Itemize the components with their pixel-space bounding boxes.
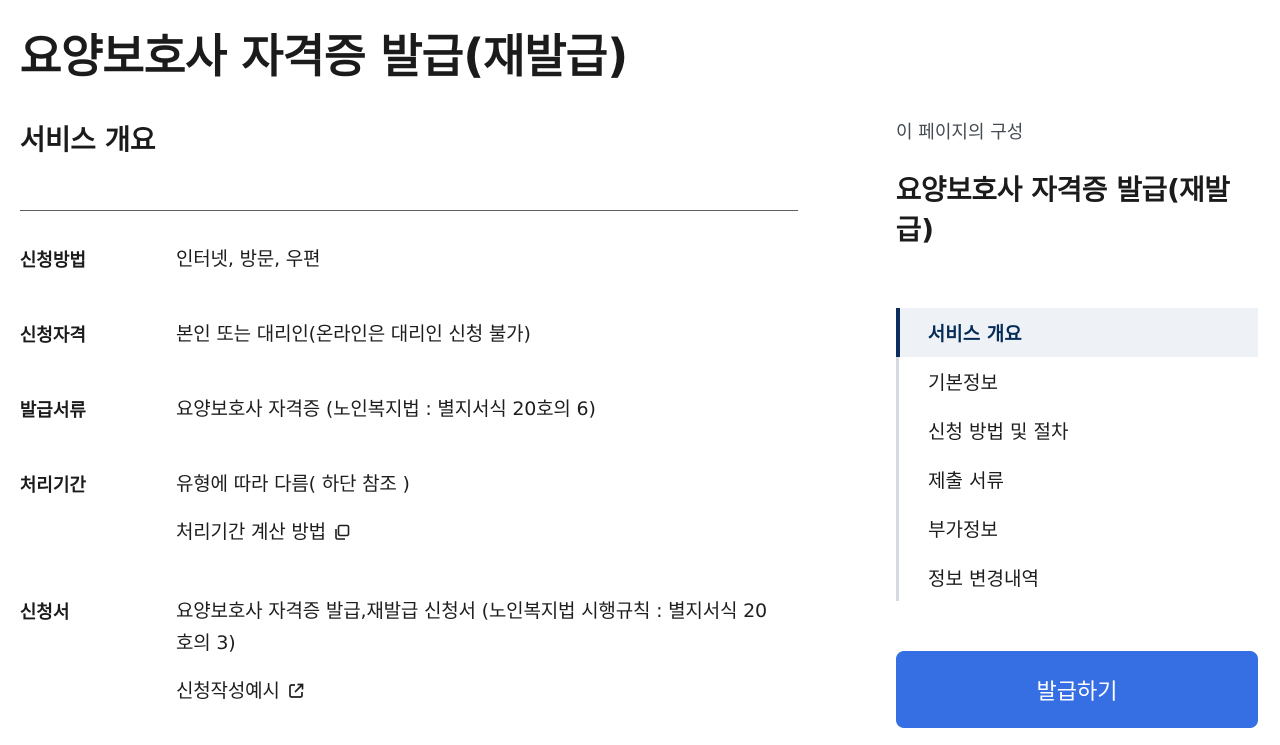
link-label: 처리기간 계산 방법 <box>176 521 326 543</box>
info-value: 본인 또는 대리인(온라인은 대리인 신청 불가) <box>176 323 531 345</box>
info-label: 신청방법 <box>20 250 87 271</box>
link-label: 신청작성예시 <box>176 680 280 702</box>
toc-item-service-overview[interactable]: 서비스 개요 <box>896 308 1258 357</box>
toc-nav: 서비스 개요 기본정보 신청 방법 및 절차 제출 서류 부가정보 정보 변경내… <box>896 308 1258 602</box>
info-value-text: 호의 3) <box>176 632 236 654</box>
info-value-text: 유형에 따라 다름( 하단 참조 ) <box>176 473 410 495</box>
toc-title: 요양보호사 자격증 발급(재발급) <box>896 173 1230 246</box>
toc-caption: 이 페이지의 구성 <box>896 122 1024 143</box>
info-label: 신청서 <box>20 602 70 623</box>
toc-item-basic-info[interactable]: 기본정보 <box>896 357 1258 406</box>
service-overview-section: 서비스 개요 신청방법 인터넷, 방문, 우편 신청자격 본인 또는 대리인(온… <box>20 118 798 702</box>
info-label: 신청자격 <box>20 325 87 346</box>
info-value: 요양보호사 자격증 (노인복지법 : 별지서식 20호의 6) <box>176 398 596 420</box>
info-value: 요양보호사 자격증 발급,재발급 신청서 (노인복지법 시행규칙 : 별지서식 … <box>176 595 796 707</box>
external-link-icon <box>288 683 304 698</box>
page-title: 요양보호사 자격증 발급(재발급) <box>20 29 628 83</box>
application-example-link[interactable]: 신청작성예시 <box>176 675 306 707</box>
info-value: 인터넷, 방문, 우편 <box>176 248 321 270</box>
toc-item-additional-info[interactable]: 부가정보 <box>896 504 1258 553</box>
processing-period-calc-link[interactable]: 처리기간 계산 방법 <box>176 516 352 548</box>
page-toc: 이 페이지의 구성 요양보호사 자격증 발급(재발급) 서비스 개요 기본정보 … <box>896 118 1258 601</box>
toc-item-method-procedure[interactable]: 신청 방법 및 절차 <box>896 406 1258 455</box>
toc-item-change-history[interactable]: 정보 변경내역 <box>896 553 1258 602</box>
toc-item-documents[interactable]: 제출 서류 <box>896 455 1258 504</box>
info-label: 발급서류 <box>20 400 87 421</box>
divider <box>20 210 798 211</box>
issue-button[interactable]: 발급하기 <box>896 651 1258 728</box>
section-title: 서비스 개요 <box>20 123 156 156</box>
copy-icon <box>335 524 350 540</box>
info-value: 유형에 따라 다름( 하단 참조 ) 처리기간 계산 방법 <box>176 468 796 548</box>
info-value-text: 요양보호사 자격증 발급,재발급 신청서 (노인복지법 시행규칙 : 별지서식 … <box>176 600 767 622</box>
info-label: 처리기간 <box>20 475 87 496</box>
